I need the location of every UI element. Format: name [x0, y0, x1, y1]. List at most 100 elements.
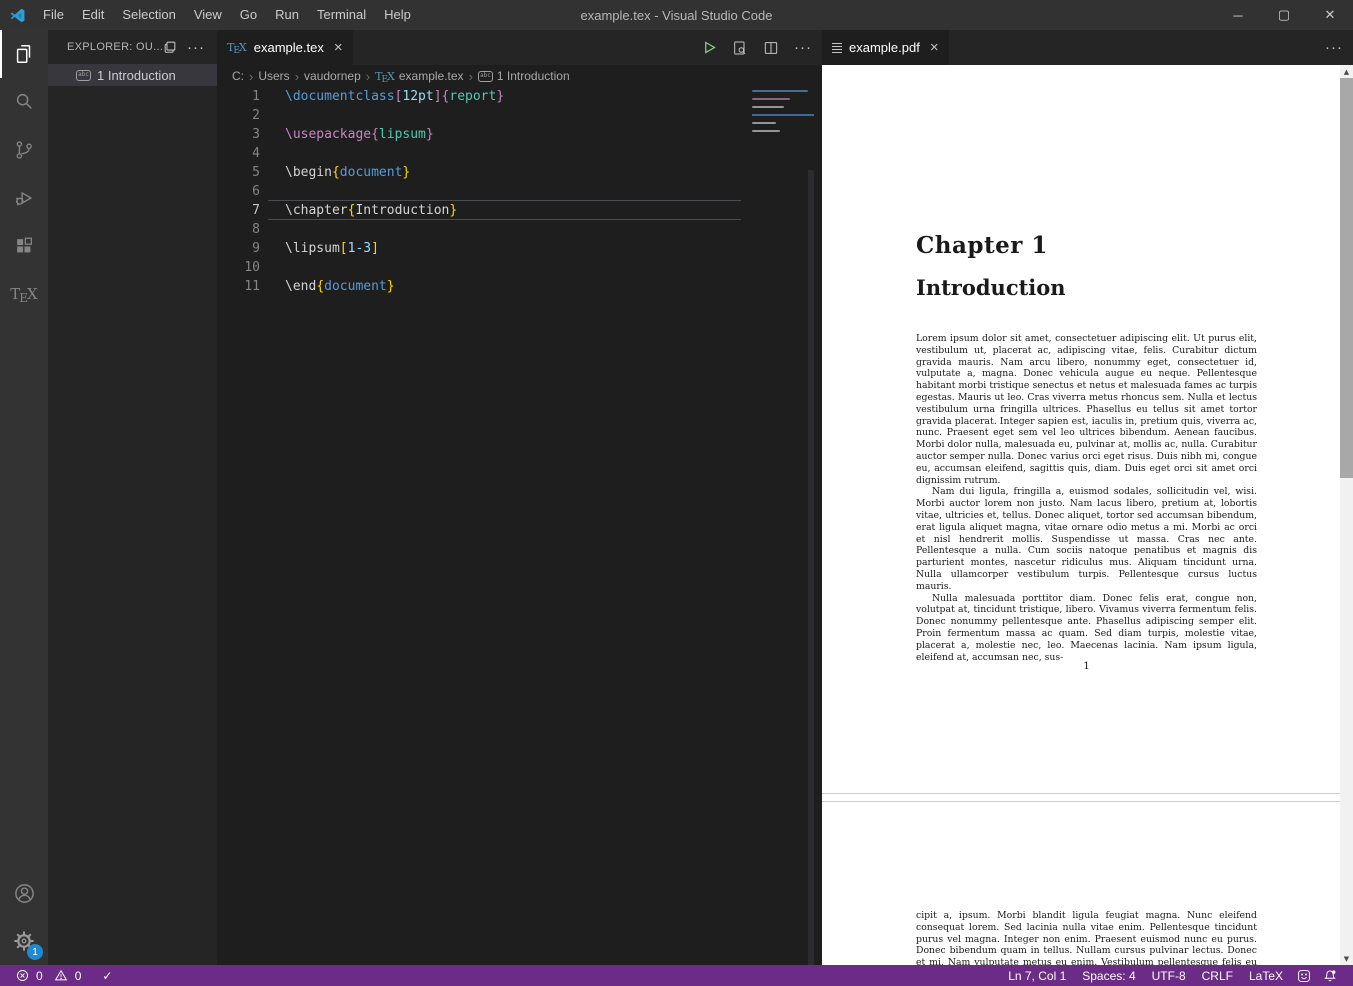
breadcrumb-item[interactable]: Users: [258, 69, 289, 83]
settings-gear-icon[interactable]: 1: [0, 917, 48, 965]
pdf-scrollbar[interactable]: ▲ ▼: [1340, 65, 1353, 965]
pdf-more-actions-icon[interactable]: ···: [1325, 39, 1343, 56]
latex-workshop-icon[interactable]: TEX: [0, 270, 48, 318]
pdf-scrollbar-thumb[interactable]: [1340, 78, 1353, 478]
menu-view[interactable]: View: [185, 0, 231, 30]
title-bar: File Edit Selection View Go Run Terminal Help e…: [0, 0, 1353, 30]
code-line-11[interactable]: 11 \end{document}: [217, 277, 822, 296]
status-spaces-4[interactable]: Spaces: 4: [1074, 969, 1143, 983]
errors-count[interactable]: 0: [36, 969, 43, 983]
close-pdf-tab-icon[interactable]: ×: [930, 40, 939, 55]
scroll-up-icon[interactable]: ▲: [1340, 65, 1353, 78]
warnings-icon[interactable]: [48, 969, 70, 982]
pdf-viewer[interactable]: Chapter 1 Introduction Lorem ipsum dolor…: [822, 65, 1353, 965]
build-latex-button[interactable]: [702, 40, 717, 55]
line-number: 5: [252, 165, 260, 180]
tab-example-pdf[interactable]: example.pdf ×: [822, 30, 949, 65]
code-line-9[interactable]: 9 \lipsum[1-3]: [217, 239, 822, 258]
breadcrumb-item[interactable]: vaudornep: [304, 69, 361, 83]
code-line-1[interactable]: 1 \documentclass[12pt]{report}: [217, 87, 822, 106]
code-line-2[interactable]: 2: [217, 106, 822, 125]
open-editors-icon[interactable]: [163, 40, 177, 54]
breadcrumb-item[interactable]: C:: [232, 69, 244, 83]
breadcrumb-item[interactable]: TEX example.tex: [375, 69, 463, 85]
tab-example-tex[interactable]: TEX example.tex ×: [217, 30, 353, 65]
status-bar-right: Ln 7, Col 1 Spaces: 4 UTF-8 CRLF LaTeX: [1000, 969, 1353, 983]
status-bar: 0 0 ✓ Ln 7, Col 1 Spaces: 4 UTF-8 CRLF LaTeX: [0, 965, 1353, 986]
extensions-icon[interactable]: [0, 222, 48, 270]
explorer-sidebar: EXPLORER: OU... ··· abc 1 Introduction: [48, 30, 217, 965]
maximize-button[interactable]: ▢: [1261, 0, 1307, 30]
warnings-count[interactable]: 0: [75, 969, 82, 983]
settings-badge: 1: [27, 944, 43, 960]
sidebar-more-actions-icon[interactable]: ···: [187, 39, 205, 56]
pdf-chapter-heading: Chapter 1: [916, 232, 1048, 259]
menu-file[interactable]: File: [34, 0, 73, 30]
line-number: 3: [252, 127, 260, 142]
code-line-10[interactable]: 10: [217, 258, 822, 277]
view-pdf-button[interactable]: [732, 40, 748, 56]
pdf-page-number: 1: [1083, 661, 1090, 672]
activity-bar: TEX 1: [0, 30, 48, 965]
editor-group: TEX example.tex × ··· C: › Users › vaudo…: [217, 30, 822, 965]
line-number: 10: [244, 260, 260, 275]
symbol-string-icon: abc: [477, 70, 493, 82]
minimize-button[interactable]: ─: [1215, 0, 1261, 30]
code-line-3[interactable]: 3 \usepackage{lipsum}: [217, 125, 822, 144]
breadcrumb-item[interactable]: abc 1 Introduction: [477, 69, 570, 83]
menu-terminal[interactable]: Terminal: [308, 0, 375, 30]
breadcrumb: C: › Users › vaudornep › TEX example.tex › abc 1 I…: [217, 65, 822, 87]
scroll-down-icon[interactable]: ▼: [1340, 952, 1353, 965]
account-icon[interactable]: [0, 869, 48, 917]
menu-selection[interactable]: Selection: [113, 0, 184, 30]
explorer-icon[interactable]: [0, 30, 48, 78]
line-number: 8: [252, 222, 260, 237]
pdf-actions: ···: [1325, 30, 1343, 65]
line-number: 2: [252, 108, 260, 123]
menu-help[interactable]: Help: [375, 0, 420, 30]
source-control-icon[interactable]: [0, 126, 48, 174]
menu-go[interactable]: Go: [231, 0, 266, 30]
menu-run[interactable]: Run: [266, 0, 308, 30]
run-debug-icon[interactable]: [0, 174, 48, 222]
editor-more-actions-icon[interactable]: ···: [794, 39, 812, 56]
vscode-window: File Edit Selection View Go Run Terminal Help e…: [0, 0, 1353, 986]
errors-icon[interactable]: [10, 969, 31, 982]
pdf-file-icon: [832, 42, 842, 53]
page2-top-edge: [822, 801, 1340, 802]
minimap[interactable]: [752, 89, 814, 133]
line-number: 1: [252, 89, 260, 104]
status-crlf[interactable]: CRLF: [1194, 969, 1241, 983]
status-latex[interactable]: LaTeX: [1241, 969, 1291, 983]
code-line-6[interactable]: 6: [217, 182, 822, 201]
sidebar-header: EXPLORER: OU... ···: [48, 30, 217, 64]
close-tab-icon[interactable]: ×: [334, 40, 343, 55]
pdf-page2-body: cipit a, ipsum. Morbi blandit ligula feu…: [916, 910, 1257, 965]
menu-bar: File Edit Selection View Go Run Terminal Help: [34, 0, 420, 30]
code-line-5[interactable]: 5 \begin{document}: [217, 163, 822, 182]
latex-build-status-icon[interactable]: ✓: [102, 969, 112, 983]
code-line-8[interactable]: 8: [217, 220, 822, 239]
pdf-tab-label: example.pdf: [849, 40, 920, 55]
page1-bottom-edge: [822, 793, 1340, 794]
status-utf-8[interactable]: UTF-8: [1144, 969, 1194, 983]
chevron-right-icon: ›: [249, 68, 254, 84]
split-editor-button[interactable]: [763, 40, 779, 56]
pdf-page1-body: Lorem ipsum dolor sit amet, consectetuer…: [916, 333, 1257, 663]
editor-scrollbar[interactable]: [808, 170, 814, 965]
status-ln-7-col-1[interactable]: Ln 7, Col 1: [1000, 969, 1074, 983]
chevron-right-icon: ›: [294, 68, 300, 84]
menu-edit[interactable]: Edit: [73, 0, 113, 30]
line-number: 9: [252, 241, 260, 256]
search-icon[interactable]: [0, 78, 48, 126]
tex-file-icon: TEX: [227, 41, 247, 56]
close-window-button[interactable]: ✕: [1307, 0, 1353, 30]
editor-tab-bar: TEX example.tex × ···: [217, 30, 822, 65]
symbol-string-icon: abc: [76, 69, 91, 81]
window-controls: ─ ▢ ✕: [1215, 0, 1353, 30]
code-editor[interactable]: 1 \documentclass[12pt]{report} 2 3 \usepacka…: [217, 87, 822, 965]
code-line-4[interactable]: 4: [217, 144, 822, 163]
notifications-bell-icon[interactable]: [1317, 969, 1343, 983]
outline-item-introduction[interactable]: abc 1 Introduction: [48, 64, 217, 86]
feedback-smiley-icon[interactable]: [1291, 969, 1317, 983]
